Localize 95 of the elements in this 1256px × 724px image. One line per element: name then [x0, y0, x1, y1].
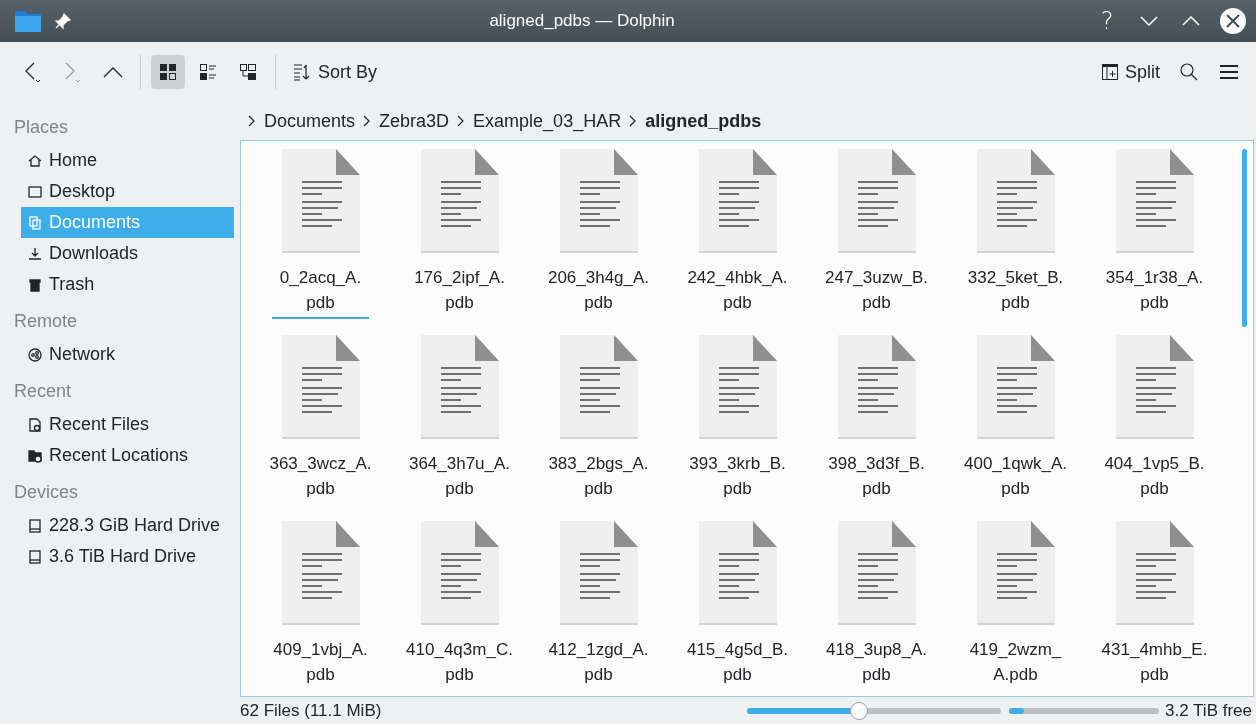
view-mode-button[interactable]	[151, 55, 185, 89]
text-file-icon	[835, 333, 918, 441]
breadcrumb-item[interactable]: Example_03_HAR	[473, 110, 622, 132]
file-name[interactable]: 410_4q3m_C. pdb	[398, 637, 521, 691]
text-file-icon	[835, 519, 918, 627]
file-name[interactable]: 418_3up8_A. pdb	[817, 637, 936, 691]
file-name[interactable]: 412_1zgd_A. pdb	[540, 637, 657, 691]
text-file-icon	[696, 333, 779, 441]
chevron-icon	[363, 115, 372, 127]
search-icon	[1179, 62, 1199, 82]
zoom-slider[interactable]	[747, 700, 1002, 721]
section-heading: Remote	[13, 310, 79, 333]
slider-handle[interactable]	[849, 701, 868, 720]
file-name[interactable]: 332_5ket_B. pdb	[959, 265, 1072, 319]
file-name[interactable]: 363_3wcz_A. pdb	[261, 451, 380, 505]
text-file-icon	[418, 333, 501, 441]
sidebar-item[interactable]: Home	[21, 145, 234, 176]
text-file-icon	[557, 519, 640, 627]
menu-icon	[1219, 64, 1239, 80]
grid-view-icon	[157, 61, 179, 83]
file-name[interactable]: 0_2acq_A. pdb	[271, 265, 370, 319]
sidebar-item[interactable]: 228.3 GiB Hard Drive	[21, 510, 234, 541]
chevron-down-icon	[1140, 16, 1158, 26]
file-name[interactable]: 247_3uzw_B. pdb	[817, 265, 936, 319]
file-name[interactable]: 383_2bgs_A. pdb	[540, 451, 657, 505]
text-file-icon	[1113, 147, 1196, 255]
tree-view-icon	[237, 61, 259, 83]
free-space-label: 3.2 TiB free	[1165, 700, 1252, 721]
sidebar-item[interactable]: Downloads	[21, 238, 234, 269]
file-name[interactable]: 398_3d3f_B. pdb	[820, 451, 933, 505]
drive-icon	[27, 517, 43, 534]
file-name[interactable]: 393_3krb_B. pdb	[681, 451, 794, 505]
file-name[interactable]: 242_4hbk_A. pdb	[679, 265, 796, 319]
text-file-icon	[279, 333, 362, 441]
chevron-icon	[248, 115, 256, 127]
sidebar-item[interactable]: Desktop	[21, 176, 234, 207]
sidebar-item[interactable]: Network	[21, 339, 234, 370]
recent-file-icon	[27, 416, 43, 433]
text-file-icon	[557, 147, 640, 255]
file-name[interactable]: 354_1r38_A. pdb	[1097, 265, 1212, 319]
file-name[interactable]: 415_4g5d_B. pdb	[678, 637, 797, 691]
split-button[interactable]: Split	[1095, 55, 1166, 89]
sidebar-item[interactable]: Trash	[21, 269, 234, 300]
text-file-icon	[418, 519, 501, 627]
text-file-icon	[279, 519, 362, 627]
section-heading: Recent	[13, 380, 73, 403]
breadcrumb-item[interactable]: Documents	[264, 110, 356, 132]
file-name[interactable]: 431_4mhb_E. pdb	[1093, 637, 1216, 691]
window-title: aligned_pdbs — Dolphin	[488, 11, 676, 31]
scrollbar[interactable]	[1242, 149, 1247, 327]
sidebar-item[interactable]: 3.6 TiB Hard Drive	[21, 541, 234, 572]
text-file-icon	[974, 333, 1057, 441]
sort-icon	[292, 62, 312, 82]
chevron-icon	[457, 115, 466, 127]
file-name[interactable]: 400_1qwk_A. pdb	[956, 451, 1075, 505]
breadcrumb-item[interactable]: Zebra3D	[379, 110, 450, 132]
file-name[interactable]: 176_2ipf_A. pdb	[406, 265, 513, 319]
file-name[interactable]: 409_1vbj_A. pdb	[265, 637, 376, 691]
text-file-icon	[974, 519, 1057, 627]
sidebar-item[interactable]: Recent Locations	[21, 440, 234, 471]
text-file-icon	[696, 147, 779, 255]
chevron-icon	[629, 115, 638, 127]
split-view-icon	[1101, 63, 1119, 81]
trash-icon	[27, 276, 43, 293]
section-heading: Devices	[13, 481, 80, 504]
file-name[interactable]: 206_3h4g_A. pdb	[539, 265, 658, 319]
breadcrumb-item[interactable]: aligned_pdbs	[645, 110, 762, 132]
chevron-up-icon	[1182, 16, 1200, 26]
status-summary: 62 Files (11.1 MiB)	[240, 700, 383, 721]
help-button[interactable]: ?	[1092, 6, 1122, 36]
text-file-icon	[418, 147, 501, 255]
close-icon	[1220, 8, 1246, 34]
file-name[interactable]: 404_1vp5_B. pdb	[1096, 451, 1213, 505]
sidebar-item[interactable]: Recent Files	[21, 409, 234, 440]
network-icon	[27, 346, 43, 363]
documents-icon	[27, 214, 43, 231]
text-file-icon	[974, 147, 1057, 255]
file-name[interactable]: 419_2wzm_ A.pdb	[961, 637, 1070, 691]
compact-view-icon	[197, 61, 219, 83]
text-file-icon	[1113, 519, 1196, 627]
recent-folder-icon	[27, 447, 43, 464]
folder-icon	[14, 9, 42, 33]
sort-by-button[interactable]: Sort By	[286, 55, 384, 89]
download-icon	[27, 245, 43, 262]
drive-icon	[27, 548, 43, 565]
section-heading: Places	[13, 116, 70, 139]
monitor-icon	[27, 183, 43, 200]
text-file-icon	[1113, 333, 1196, 441]
text-file-icon	[696, 519, 779, 627]
close-button[interactable]	[1218, 6, 1248, 36]
text-file-icon	[557, 333, 640, 441]
file-name[interactable]: 364_3h7u_A. pdb	[400, 451, 519, 505]
pin-icon[interactable]	[54, 12, 72, 30]
text-file-icon	[279, 147, 362, 255]
text-file-icon	[835, 147, 918, 255]
